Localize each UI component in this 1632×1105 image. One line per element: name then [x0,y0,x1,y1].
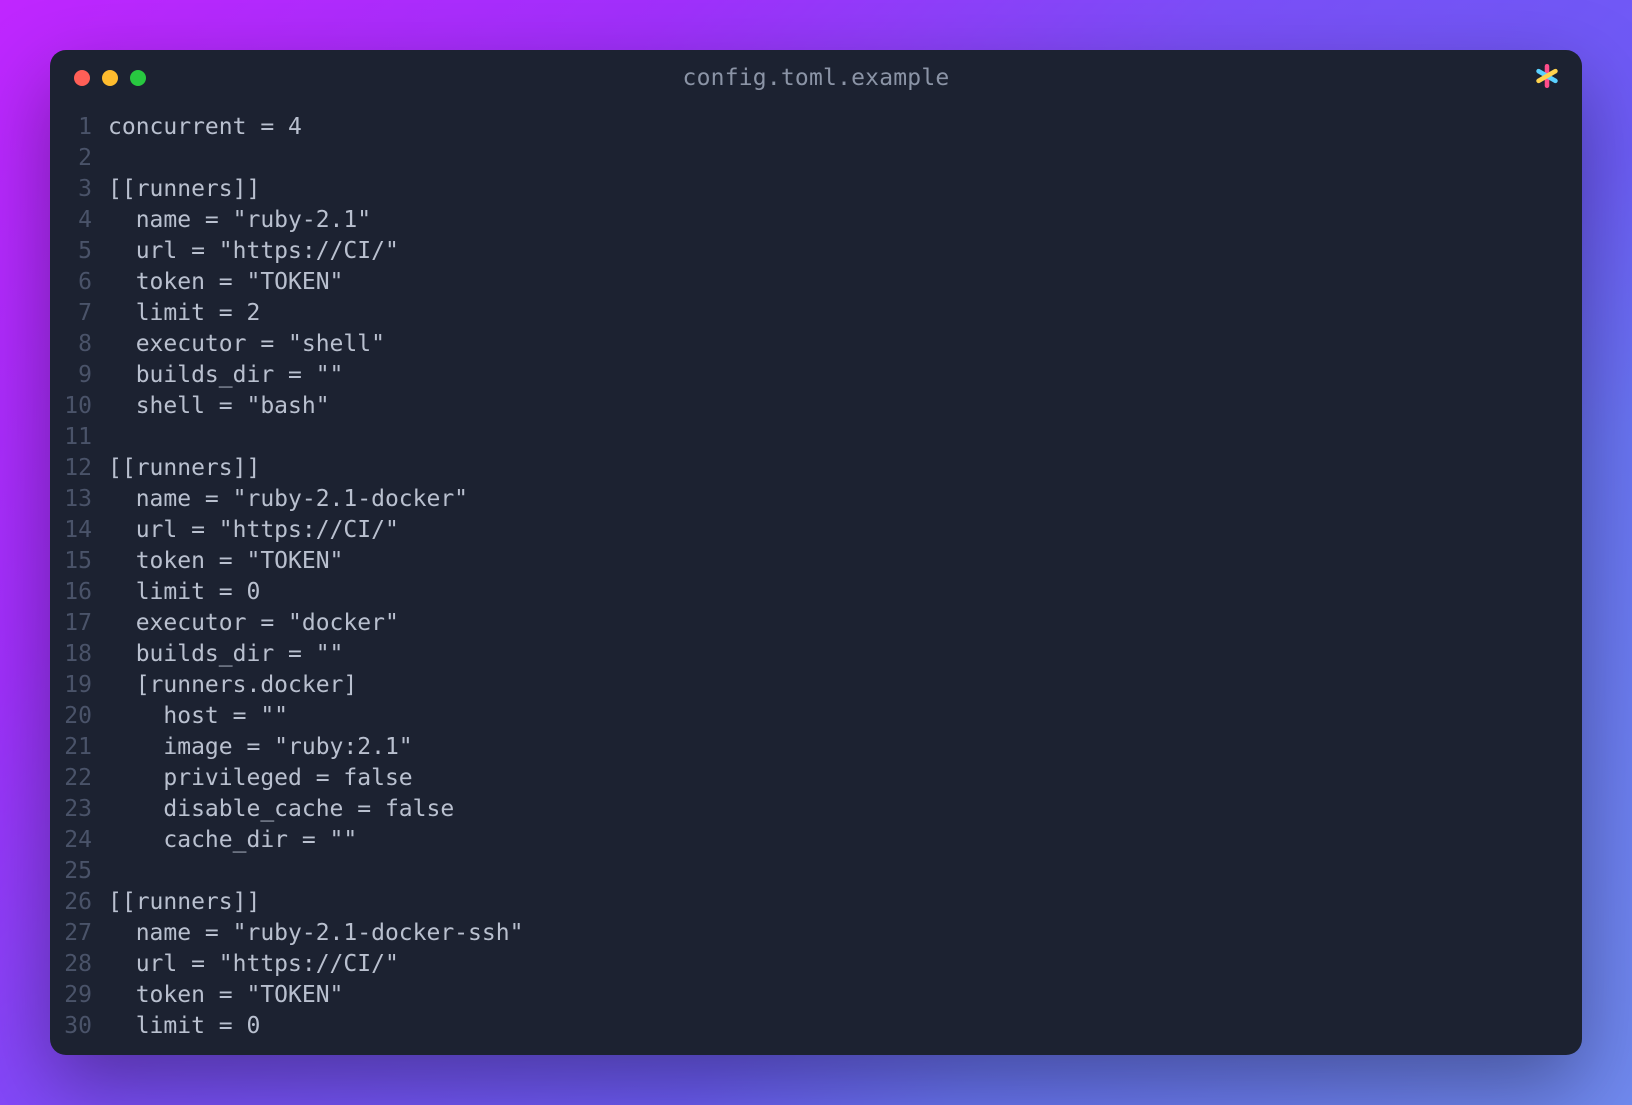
code-line[interactable]: 22 privileged = false [50,763,1582,794]
code-line[interactable]: 30 limit = 0 [50,1011,1582,1042]
code-text[interactable]: url = "https://CI/" [108,515,399,546]
code-line[interactable]: 25 [50,856,1582,887]
code-text[interactable]: executor = "docker" [108,608,399,639]
code-line[interactable]: 4 name = "ruby-2.1" [50,205,1582,236]
code-text[interactable]: [[runners]] [108,887,260,918]
code-line[interactable]: 5 url = "https://CI/" [50,236,1582,267]
code-text[interactable]: name = "ruby-2.1-docker-ssh" [108,918,523,949]
line-number: 18 [50,639,108,670]
minimize-button[interactable] [102,70,118,86]
line-number: 28 [50,949,108,980]
line-number: 7 [50,298,108,329]
code-text[interactable]: host = "" [108,701,288,732]
line-number: 5 [50,236,108,267]
line-number: 17 [50,608,108,639]
line-number: 21 [50,732,108,763]
code-line[interactable]: 21 image = "ruby:2.1" [50,732,1582,763]
code-line[interactable]: 28 url = "https://CI/" [50,949,1582,980]
code-line[interactable]: 17 executor = "docker" [50,608,1582,639]
code-line[interactable]: 27 name = "ruby-2.1-docker-ssh" [50,918,1582,949]
code-line[interactable]: 9 builds_dir = "" [50,360,1582,391]
code-line[interactable]: 16 limit = 0 [50,577,1582,608]
code-text[interactable]: concurrent = 4 [108,112,302,143]
code-text[interactable]: limit = 0 [108,1011,260,1042]
code-line[interactable]: 24 cache_dir = "" [50,825,1582,856]
code-text[interactable]: token = "TOKEN" [108,267,343,298]
editor-window: config.toml.example 1concurrent = 423[[r… [50,50,1582,1055]
code-line[interactable]: 18 builds_dir = "" [50,639,1582,670]
code-text[interactable]: privileged = false [108,763,413,794]
line-number: 2 [50,143,108,174]
code-line[interactable]: 15 token = "TOKEN" [50,546,1582,577]
titlebar: config.toml.example [50,50,1582,106]
line-number: 26 [50,887,108,918]
line-number: 13 [50,484,108,515]
code-line[interactable]: 20 host = "" [50,701,1582,732]
line-number: 12 [50,453,108,484]
code-line[interactable]: 29 token = "TOKEN" [50,980,1582,1011]
code-text[interactable]: executor = "shell" [108,329,385,360]
code-line[interactable]: 12[[runners]] [50,453,1582,484]
line-number: 3 [50,174,108,205]
code-text[interactable]: url = "https://CI/" [108,236,399,267]
line-number: 15 [50,546,108,577]
code-text[interactable]: [runners.docker] [108,670,357,701]
line-number: 6 [50,267,108,298]
line-number: 10 [50,391,108,422]
code-line[interactable]: 1concurrent = 4 [50,112,1582,143]
code-text[interactable]: token = "TOKEN" [108,980,343,1011]
line-number: 30 [50,1011,108,1042]
line-number: 24 [50,825,108,856]
code-line[interactable]: 13 name = "ruby-2.1-docker" [50,484,1582,515]
close-button[interactable] [74,70,90,86]
code-text[interactable]: cache_dir = "" [108,825,357,856]
code-text[interactable]: name = "ruby-2.1-docker" [108,484,468,515]
code-line[interactable]: 11 [50,422,1582,453]
window-controls [50,70,146,86]
line-number: 23 [50,794,108,825]
line-number: 14 [50,515,108,546]
code-text[interactable]: builds_dir = "" [108,639,343,670]
code-line[interactable]: 23 disable_cache = false [50,794,1582,825]
line-number: 16 [50,577,108,608]
maximize-button[interactable] [130,70,146,86]
code-line[interactable]: 8 executor = "shell" [50,329,1582,360]
code-line[interactable]: 26[[runners]] [50,887,1582,918]
line-number: 22 [50,763,108,794]
code-text[interactable]: builds_dir = "" [108,360,343,391]
code-text[interactable]: token = "TOKEN" [108,546,343,577]
line-number: 27 [50,918,108,949]
code-text[interactable]: [[runners]] [108,453,260,484]
code-line[interactable]: 2 [50,143,1582,174]
code-line[interactable]: 19 [runners.docker] [50,670,1582,701]
code-text[interactable]: url = "https://CI/" [108,949,399,980]
code-text[interactable]: disable_cache = false [108,794,454,825]
line-number: 25 [50,856,108,887]
code-line[interactable]: 14 url = "https://CI/" [50,515,1582,546]
line-number: 1 [50,112,108,143]
code-line[interactable]: 10 shell = "bash" [50,391,1582,422]
line-number: 11 [50,422,108,453]
code-text[interactable]: limit = 0 [108,577,260,608]
code-text[interactable]: shell = "bash" [108,391,330,422]
line-number: 4 [50,205,108,236]
code-text[interactable]: limit = 2 [108,298,260,329]
code-text[interactable]: [[runners]] [108,174,260,205]
asterisk-icon [1534,63,1560,93]
window-title: config.toml.example [683,65,950,91]
line-number: 20 [50,701,108,732]
code-line[interactable]: 6 token = "TOKEN" [50,267,1582,298]
line-number: 8 [50,329,108,360]
code-line[interactable]: 7 limit = 2 [50,298,1582,329]
line-number: 19 [50,670,108,701]
line-number: 9 [50,360,108,391]
code-text[interactable]: image = "ruby:2.1" [108,732,413,763]
line-number: 29 [50,980,108,1011]
code-editor[interactable]: 1concurrent = 423[[runners]]4 name = "ru… [50,106,1582,1055]
code-line[interactable]: 3[[runners]] [50,174,1582,205]
code-text[interactable]: name = "ruby-2.1" [108,205,371,236]
